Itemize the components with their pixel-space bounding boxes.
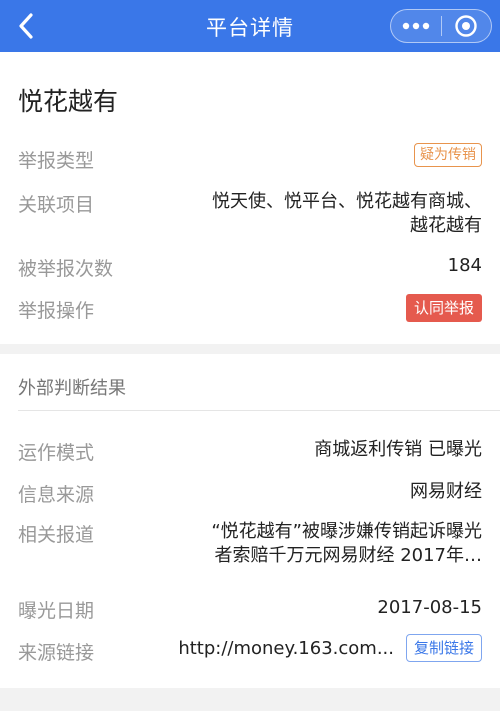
source-link[interactable]: http://money.163.com...	[178, 638, 394, 659]
related-line-2: 越花越有	[410, 215, 482, 236]
link-label: 来源链接	[18, 642, 95, 664]
platform-card: 悦花越有 举报类型 疑为传销 关联项目 悦天使、悦平台、悦花越有商城、 越花越有…	[0, 52, 500, 344]
external-card: 外部判断结果 运作模式 商城返利传销 已曝光 信息来源 网易财经 相关报道 “悦…	[0, 354, 500, 688]
date-label: 曝光日期	[18, 600, 95, 622]
more-dots-icon	[402, 22, 429, 30]
date-value: 2017-08-15	[377, 597, 482, 618]
agree-report-button[interactable]: 认同举报	[405, 294, 482, 322]
report-line-1: “悦花越有”被曝涉嫌传销起诉曝光	[211, 521, 482, 542]
related-label: 关联项目	[18, 194, 95, 216]
related-value: 悦天使、悦平台、悦花越有商城、 越花越有	[212, 190, 482, 238]
count-value: 184	[447, 255, 482, 276]
source-value: 网易财经	[410, 481, 482, 502]
copy-link-button[interactable]: 复制链接	[405, 634, 482, 662]
platform-name: 悦花越有	[18, 87, 119, 116]
action-label: 举报操作	[18, 300, 95, 322]
related-line-1: 悦天使、悦平台、悦花越有商城、	[212, 191, 482, 212]
source-label: 信息来源	[18, 484, 95, 506]
capsule-menu	[390, 9, 492, 43]
navbar: 平台详情	[0, 0, 500, 52]
report-line-2: 者索赔千万元网易财经 2017年…	[214, 545, 482, 566]
report-type-label: 举报类型	[18, 150, 95, 172]
report-value[interactable]: “悦花越有”被曝涉嫌传销起诉曝光 者索赔千万元网易财经 2017年…	[211, 520, 482, 568]
section-title: 外部判断结果	[18, 378, 126, 399]
target-close-icon	[455, 15, 477, 37]
count-label: 被举报次数	[18, 258, 114, 280]
more-button[interactable]	[391, 10, 441, 42]
report-type-badge: 疑为传销	[414, 143, 482, 167]
mode-label: 运作模式	[18, 442, 95, 464]
mode-value: 商城返利传销 已曝光	[314, 439, 482, 460]
divider	[18, 410, 500, 411]
close-button[interactable]	[442, 10, 492, 42]
report-label: 相关报道	[18, 524, 95, 546]
